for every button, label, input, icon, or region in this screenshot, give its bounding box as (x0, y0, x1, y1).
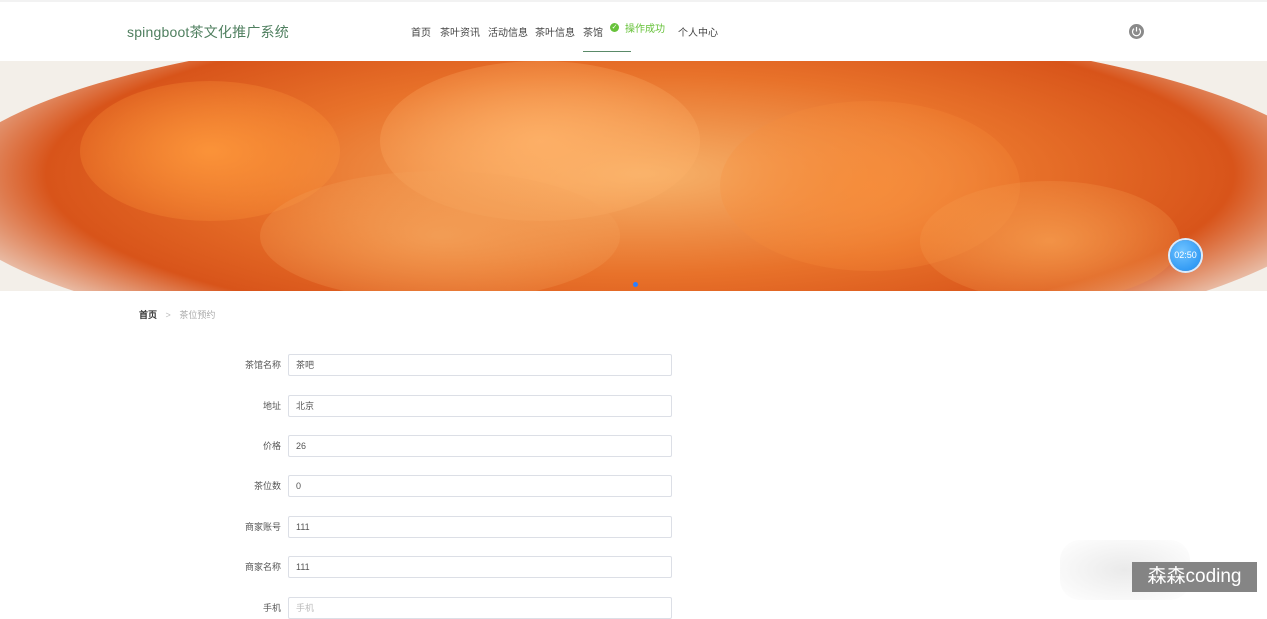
carousel-indicator[interactable] (633, 282, 638, 287)
nav-activities[interactable]: 活动信息 (488, 24, 528, 39)
merchant-name-field[interactable]: 111 (288, 556, 672, 578)
teahouse-name-field[interactable]: 茶吧 (288, 354, 672, 376)
field-label: 茶馆名称 (244, 360, 281, 370)
form-row-price: 价格 26 (200, 435, 672, 457)
breadcrumb-current: 茶位预约 (179, 310, 216, 320)
form-row-address: 地址 北京 (200, 395, 672, 417)
form-row-seat-count: 茶位数 0 (200, 475, 672, 497)
countdown-timer[interactable]: 02:50 (1170, 240, 1201, 271)
form-row-phone: 手机 手机 (200, 597, 672, 619)
price-field[interactable]: 26 (288, 435, 672, 457)
check-icon: ✓ (610, 23, 619, 32)
nav-personal-center[interactable]: 个人中心 (678, 24, 718, 39)
banner-image-detail (260, 171, 620, 291)
breadcrumb: 首页 > 茶位预约 (139, 308, 215, 321)
logout-icon[interactable] (1129, 24, 1144, 39)
success-toast: ✓ 操作成功 (610, 20, 665, 35)
merchant-account-field[interactable]: 111 (288, 516, 672, 538)
field-label: 商家账号 (244, 522, 281, 532)
breadcrumb-separator: > (165, 310, 171, 320)
seat-count-field[interactable]: 0 (288, 475, 672, 497)
address-field[interactable]: 北京 (288, 395, 672, 417)
toast-message: 操作成功 (625, 24, 665, 35)
breadcrumb-home[interactable]: 首页 (139, 310, 157, 320)
nav-tea-info[interactable]: 茶叶信息 (535, 24, 575, 39)
form-row-teahouse-name: 茶馆名称 茶吧 (200, 354, 672, 376)
field-label: 商家名称 (244, 562, 281, 572)
site-logo[interactable]: spingboot茶文化推广系统 (127, 22, 289, 42)
phone-field[interactable]: 手机 (288, 597, 672, 619)
nav-home[interactable]: 首页 (411, 24, 431, 39)
nav-tea-news[interactable]: 茶叶资讯 (440, 24, 480, 39)
field-label: 价格 (262, 441, 281, 451)
form-row-merchant-account: 商家账号 111 (200, 516, 672, 538)
watermark: 森森coding (1132, 562, 1257, 592)
top-navigation-bar: spingboot茶文化推广系统 首页 茶叶资讯 活动信息 茶叶信息 茶馆 个人… (0, 0, 1267, 61)
form-row-merchant-name: 商家名称 111 (200, 556, 672, 578)
banner-image-detail (920, 181, 1180, 291)
banner-carousel[interactable] (0, 61, 1267, 291)
field-label: 茶位数 (253, 481, 281, 491)
field-label: 地址 (262, 401, 281, 411)
